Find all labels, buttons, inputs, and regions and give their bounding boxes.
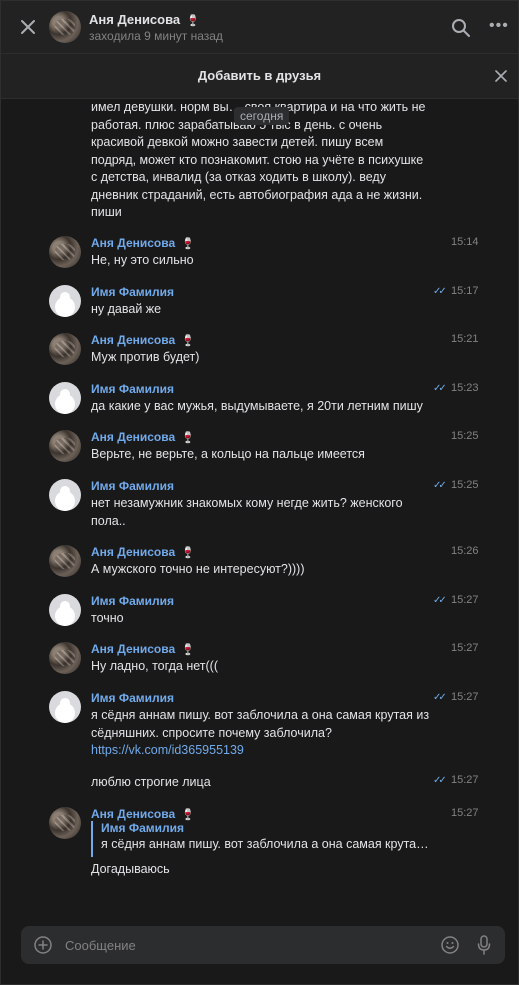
message-input[interactable] <box>65 936 425 954</box>
add-friend-bar: Добавить в друзья <box>1 54 518 99</box>
avatar[interactable] <box>49 430 81 462</box>
message-text: люблю строгие лица <box>91 775 211 789</box>
chat-header: Аня Денисова 🍷 заходила 9 минут назад ••• <box>1 1 518 54</box>
reply-author: Имя Фамилия <box>101 821 185 835</box>
more-icon[interactable]: ••• <box>489 17 509 35</box>
message-time: 15:25 <box>451 479 479 491</box>
wine-glass-icon: 🍷 <box>181 335 195 347</box>
date-badge: сегодня <box>234 107 290 125</box>
message-author[interactable]: Имя Фамилия <box>91 382 174 396</box>
message-text: Муж против будет) <box>91 350 200 364</box>
message-time: 15:27 <box>451 691 479 703</box>
wine-glass-icon: 🍷 <box>181 809 195 821</box>
message-author[interactable]: Аня Денисова 🍷 <box>91 236 195 250</box>
message-author[interactable]: Имя Фамилия <box>91 691 174 705</box>
message-author[interactable]: Аня Денисова 🍷 <box>91 430 195 444</box>
wine-glass-icon: 🍷 <box>181 644 195 656</box>
contact-status: заходила 9 минут назад <box>89 29 223 43</box>
profile-link[interactable]: https://vk.com/id365955139 <box>91 743 244 757</box>
read-check-icon: ✓✓ <box>433 692 447 703</box>
message-time: 15:27 <box>451 642 479 654</box>
message-author[interactable]: Аня Денисова 🍷 <box>91 642 195 656</box>
wine-glass-icon: 🍷 <box>186 15 200 27</box>
avatar[interactable] <box>49 382 81 414</box>
microphone-icon[interactable] <box>477 935 491 955</box>
message-author[interactable]: Имя Фамилия <box>91 479 174 493</box>
message-text: ну давай же <box>91 302 162 316</box>
message-text: нет незамужник знакомых кому негде жить?… <box>91 496 403 528</box>
message-author[interactable]: Аня Денисова 🍷 <box>91 333 195 347</box>
read-check-icon: ✓✓ <box>433 480 447 491</box>
message-author[interactable]: Аня Денисова 🍷 <box>91 545 195 559</box>
message-time: 15:25 <box>451 430 479 442</box>
read-check-icon: ✓✓ <box>433 775 447 786</box>
close-icon[interactable] <box>17 16 39 38</box>
attach-plus-icon[interactable] <box>34 936 52 954</box>
avatar[interactable] <box>49 479 81 511</box>
read-check-icon: ✓✓ <box>433 595 447 606</box>
reply-text: я сёдня аннам пишу. вот заблочила а она … <box>101 837 431 851</box>
message-author[interactable]: Имя Фамилия <box>91 285 174 299</box>
message-text: Верьте, не верьте, а кольцо на пальце им… <box>91 447 365 461</box>
emoji-icon[interactable] <box>441 936 459 954</box>
message-list[interactable]: имел девушки. норм вы… своя квартира и н… <box>1 99 518 914</box>
avatar[interactable] <box>49 545 81 577</box>
message-text: точно <box>91 611 124 625</box>
avatar[interactable] <box>49 691 81 723</box>
message-text: Ну ладно, тогда нет((( <box>91 659 218 673</box>
add-friend-button[interactable]: Добавить в друзья <box>1 68 518 83</box>
search-icon[interactable] <box>451 18 471 38</box>
message-composer <box>21 926 505 964</box>
avatar[interactable] <box>49 642 81 674</box>
message-time: 15:23 <box>451 382 479 394</box>
avatar[interactable] <box>49 333 81 365</box>
message-time: 15:21 <box>451 333 479 345</box>
message-author[interactable]: Аня Денисова 🍷 <box>91 807 195 821</box>
avatar[interactable] <box>49 285 81 317</box>
contact-name[interactable]: Аня Денисова 🍷 <box>89 12 200 27</box>
reply-quote[interactable]: Имя Фамилия я сёдня аннам пишу. вот забл… <box>91 821 441 857</box>
wine-glass-icon: 🍷 <box>181 432 195 444</box>
avatar[interactable] <box>49 594 81 626</box>
message-text: Не, ну это сильно <box>91 253 194 267</box>
read-check-icon: ✓✓ <box>433 383 447 394</box>
message-time: 15:17 <box>451 285 479 297</box>
message-text: да какие у вас мужья, выдумываете, я 20т… <box>91 399 423 413</box>
message-author[interactable]: Имя Фамилия <box>91 594 174 608</box>
avatar[interactable] <box>49 11 81 43</box>
message-text: я сёдня аннам пишу. вот заблочила а она … <box>91 708 430 757</box>
message-time: 15:27 <box>451 774 479 786</box>
chat-window: Аня Денисова 🍷 заходила 9 минут назад •••… <box>0 0 519 985</box>
message-time: 15:26 <box>451 545 479 557</box>
close-icon[interactable] <box>495 70 507 82</box>
message-time: 15:27 <box>451 807 479 819</box>
message-text: А мужского точно не интересуют?)))) <box>91 562 305 576</box>
wine-glass-icon: 🍷 <box>181 238 195 250</box>
message-text: Догадываюсь <box>91 862 170 876</box>
avatar[interactable] <box>49 807 81 839</box>
message-time: 15:14 <box>451 236 479 248</box>
message-time: 15:27 <box>451 594 479 606</box>
read-check-icon: ✓✓ <box>433 286 447 297</box>
wine-glass-icon: 🍷 <box>181 547 195 559</box>
avatar[interactable] <box>49 236 81 268</box>
